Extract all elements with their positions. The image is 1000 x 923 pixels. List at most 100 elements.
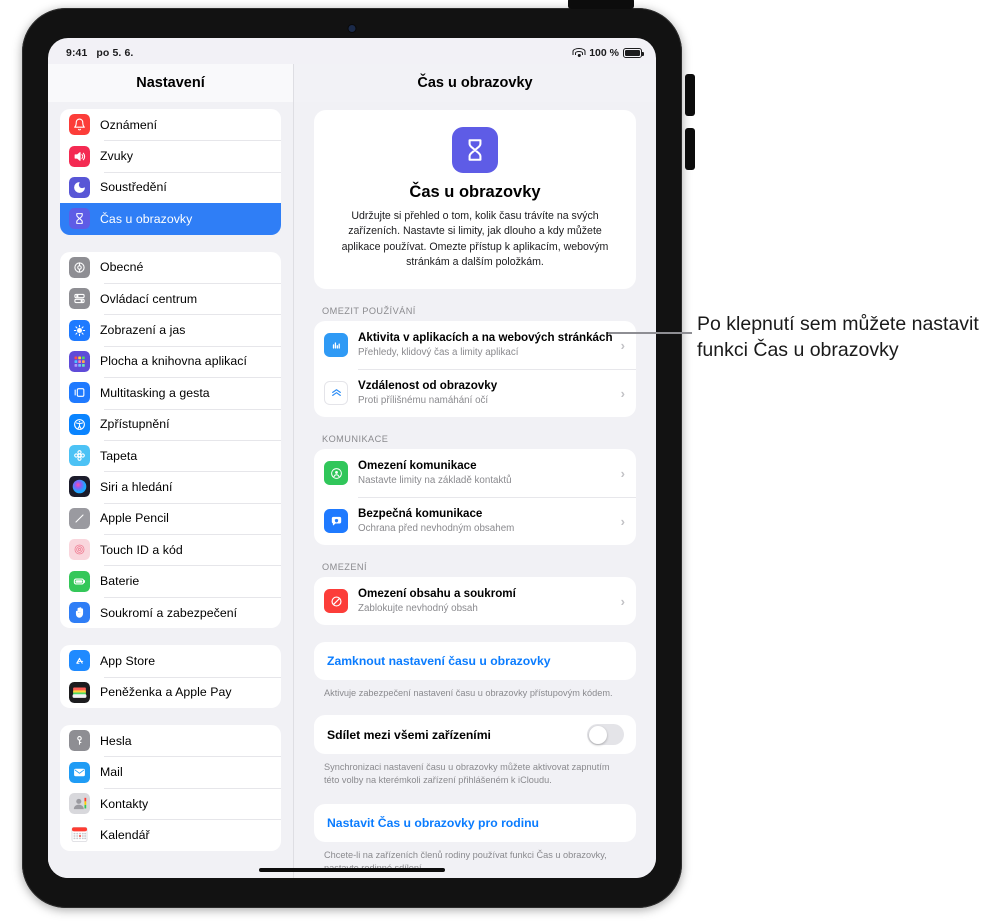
sidebar-item-as-u-obrazovky[interactable]: Čas u obrazovky	[60, 203, 281, 235]
chevron-right-icon: ›	[620, 593, 625, 609]
section-header: OMEZENÍ	[322, 562, 368, 573]
detail-pane: Čas u obrazovky Čas u obrazovky Udržujte…	[294, 64, 656, 878]
status-bar: 9:41 po 5. 6. 100 %	[48, 38, 656, 64]
settings-row-text: Aktivita v aplikacích a na webových strá…	[358, 331, 615, 360]
settings-row-text: Bezpečná komunikace Ochrana před nevhodný…	[358, 507, 615, 536]
status-bar-left: 9:41 po 5. 6.	[66, 47, 133, 59]
brightness-icon	[69, 319, 90, 341]
sidebar-item-soukrom-a-zabezpe-en[interactable]: Soukromí a zabezpečení	[60, 596, 281, 628]
person-circle-icon	[324, 461, 348, 486]
hero-description: Udržujte si přehled o tom, kolik času tr…	[341, 210, 609, 269]
bar-chart-icon	[324, 333, 348, 358]
volume-down-button[interactable]	[685, 128, 695, 170]
sidebar-item-kalend[interactable]: Kalendář	[60, 819, 281, 850]
fingerprint-icon	[69, 539, 90, 561]
sidebar-item-obecn[interactable]: Obecné	[60, 252, 281, 283]
sidebar-item-label: Peněženka a Apple Pay	[100, 685, 232, 700]
settings-row-subtitle: Proti přílišnému namáhání očí	[358, 395, 489, 407]
settings-sections: OMEZIT POUŽÍVÁNÍ Aktivita v aplikacích a …	[314, 289, 636, 626]
settings-row-subtitle: Ochrana před nevhodným obsahem	[358, 523, 515, 535]
sidebar-item-label: Apple Pencil	[100, 511, 169, 526]
settings-row[interactable]: Bezpečná komunikace Ochrana před nevhodný…	[314, 497, 636, 545]
sidebar-group: App Store Peněženka a Apple Pay	[60, 645, 281, 709]
tablet-screen: 9:41 po 5. 6. 100 % Nastavení Oznámení Zv…	[48, 38, 656, 878]
sidebar-item-hesla[interactable]: Hesla	[60, 725, 281, 756]
battery-icon	[69, 570, 90, 592]
sidebar-list[interactable]: Oznámení Zvuky Soustředění Čas u obrazovky O…	[48, 102, 293, 878]
contacts-icon	[69, 793, 90, 814]
lock-screen-time-settings-button[interactable]: Zamknout nastavení času u obrazovky	[314, 642, 636, 681]
share-across-devices-row[interactable]: Sdílet mezi všemi zařízeními	[314, 715, 636, 755]
tablet-device-frame: 9:41 po 5. 6. 100 % Nastavení Oznámení Zv…	[22, 0, 695, 908]
sidebar-item-pen-enka-a-apple-pay[interactable]: Peněženka a Apple Pay	[60, 676, 281, 708]
sidebar-item-label: Multitasking a gesta	[100, 385, 210, 400]
sidebar-item-baterie[interactable]: Baterie	[60, 565, 281, 596]
chevron-right-icon: ›	[620, 337, 625, 353]
settings-row[interactable]: Aktivita v aplikacích a na webových strá…	[314, 321, 636, 369]
sidebar-item-app-store[interactable]: App Store	[60, 645, 281, 676]
sidebar-item-label: App Store	[100, 653, 156, 668]
sidebar-item-zvuky[interactable]: Zvuky	[60, 140, 281, 171]
settings-row-text: Vzdálenost od obrazovky Proti přílišnému …	[358, 379, 615, 408]
settings-row-text: Omezení komunikace Nastavte limity na zák…	[358, 459, 615, 488]
settings-row[interactable]: Omezení komunikace Nastavte limity na zák…	[314, 449, 636, 497]
share-across-devices-toggle[interactable]	[587, 724, 624, 746]
settings-row-title: Vzdálenost od obrazovky	[358, 379, 498, 393]
page-title: Čas u obrazovky	[294, 64, 656, 102]
moon-icon	[69, 176, 90, 198]
status-bar-right: 100 %	[572, 47, 644, 59]
sidebar-item-label: Zpřístupnění	[100, 417, 170, 432]
sidebar-item-label: Zvuky	[100, 149, 134, 164]
wifi-icon	[572, 48, 586, 58]
screen-time-hero-card: Čas u obrazovky Udržujte si přehled o to…	[314, 110, 636, 290]
hand-raised-icon	[69, 602, 90, 624]
settings-row-subtitle: Zablokujte nevhodný obsah	[358, 603, 478, 615]
split-view: Nastavení Oznámení Zvuky Soustředění Čas u …	[48, 64, 656, 878]
home-indicator[interactable]	[259, 867, 445, 872]
settings-sidebar: Nastavení Oznámení Zvuky Soustředění Čas u …	[48, 64, 294, 878]
callout-leader-line	[608, 332, 692, 334]
chevron-right-icon: ›	[620, 465, 625, 481]
settings-row-subtitle: Přehledy, klidový čas a limity aplikací	[358, 347, 519, 359]
sidebar-group: Hesla Mail Kontakty Kalendář	[60, 725, 281, 851]
sidebar-item-zobrazen-a-jas[interactable]: Zobrazení a jas	[60, 314, 281, 345]
bell-icon	[69, 114, 90, 136]
sidebar-item-apple-pencil[interactable]: Apple Pencil	[60, 502, 281, 534]
battery-percent-label: 100 %	[589, 47, 619, 59]
power-button[interactable]	[568, 0, 634, 9]
setup-family-screen-time-button[interactable]: Nastavit Čas u obrazovky pro rodinu	[314, 804, 636, 843]
sidebar-group: Oznámení Zvuky Soustředění Čas u obrazovky	[60, 109, 281, 235]
message-shield-icon	[324, 509, 348, 534]
settings-row[interactable]: Omezení obsahu a soukromí Zablokujte nevh…	[314, 577, 636, 625]
wallet-icon	[69, 681, 90, 703]
sidebar-item-label: Hesla	[100, 733, 132, 748]
mail-icon	[69, 761, 90, 783]
sidebar-item-plocha-a-knihovna-aplikac[interactable]: Plocha a knihovna aplikací	[60, 345, 281, 377]
sidebar-item-mail[interactable]: Mail	[60, 756, 281, 787]
sidebar-item-ozn-men[interactable]: Oznámení	[60, 109, 281, 140]
settings-row-title: Omezení komunikace	[358, 459, 477, 473]
settings-card: Aktivita v aplikacích a na webových strá…	[314, 321, 636, 418]
sidebar-item-ovl-dac-centrum[interactable]: Ovládací centrum	[60, 282, 281, 314]
settings-row-title: Omezení obsahu a soukromí	[358, 587, 516, 601]
chevron-right-icon: ›	[620, 513, 625, 529]
callout-text: Po klepnutí sem můžete nastavit funkci Č…	[697, 313, 979, 361]
share-footnote: Synchronizaci nastavení času u obrazovky…	[324, 762, 610, 786]
sidebar-item-kontakty[interactable]: Kontakty	[60, 787, 281, 819]
sidebar-item-soust-ed-n[interactable]: Soustředění	[60, 171, 281, 203]
sidebar-item-label: Tapeta	[100, 448, 138, 463]
status-date: po 5. 6.	[96, 47, 134, 59]
detail-scroll[interactable]: Čas u obrazovky Udržujte si přehled o to…	[294, 102, 656, 878]
settings-row[interactable]: Vzdálenost od obrazovky Proti přílišnému …	[314, 369, 636, 417]
sidebar-item-label: Čas u obrazovky	[100, 211, 193, 226]
volume-up-button[interactable]	[685, 74, 695, 116]
chevron-right-icon: ›	[620, 385, 625, 401]
calendar-icon	[69, 824, 90, 846]
sidebar-item-touch-id-a-k-d[interactable]: Touch ID a kód	[60, 534, 281, 565]
sidebar-item-zp-stupn-n[interactable]: Zpřístupnění	[60, 408, 281, 440]
hourglass-icon	[69, 208, 90, 230]
sidebar-item-multitasking-a-gesta[interactable]: Multitasking a gesta	[60, 377, 281, 408]
settings-row-title: Aktivita v aplikacích a na webových strá…	[358, 331, 613, 345]
sidebar-item-siri-a-hled-n[interactable]: Siri a hledání	[60, 471, 281, 502]
sidebar-item-tapeta[interactable]: Tapeta	[60, 439, 281, 471]
